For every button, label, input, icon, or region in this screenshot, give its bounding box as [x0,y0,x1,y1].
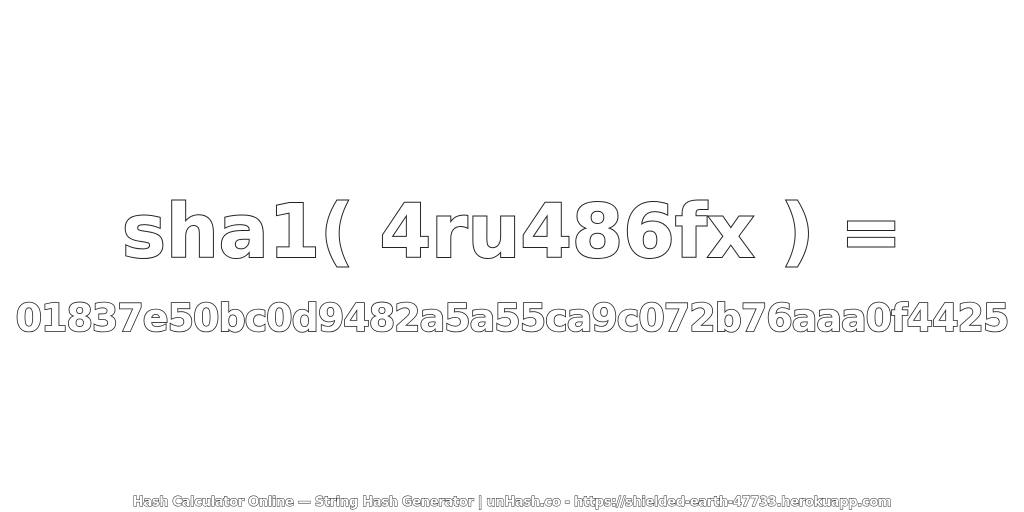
function-prefix: sha1( [121,188,355,276]
hash-result: 01837e50bc0d9482a5a55ca9c072b76aaa0f4425 [15,295,1010,341]
input-string: 4ru486fx [353,188,781,276]
equals-suffix: ) = [779,188,903,276]
footer-attribution: Hash Calculator Online — String Hash Gen… [132,495,892,511]
hash-image-canvas: sha1( 4ru486fx ) = 01837e50bc0d9482a5a55… [0,0,1024,512]
sha1-expression-headline: sha1( 4ru486fx ) = [0,182,1024,282]
